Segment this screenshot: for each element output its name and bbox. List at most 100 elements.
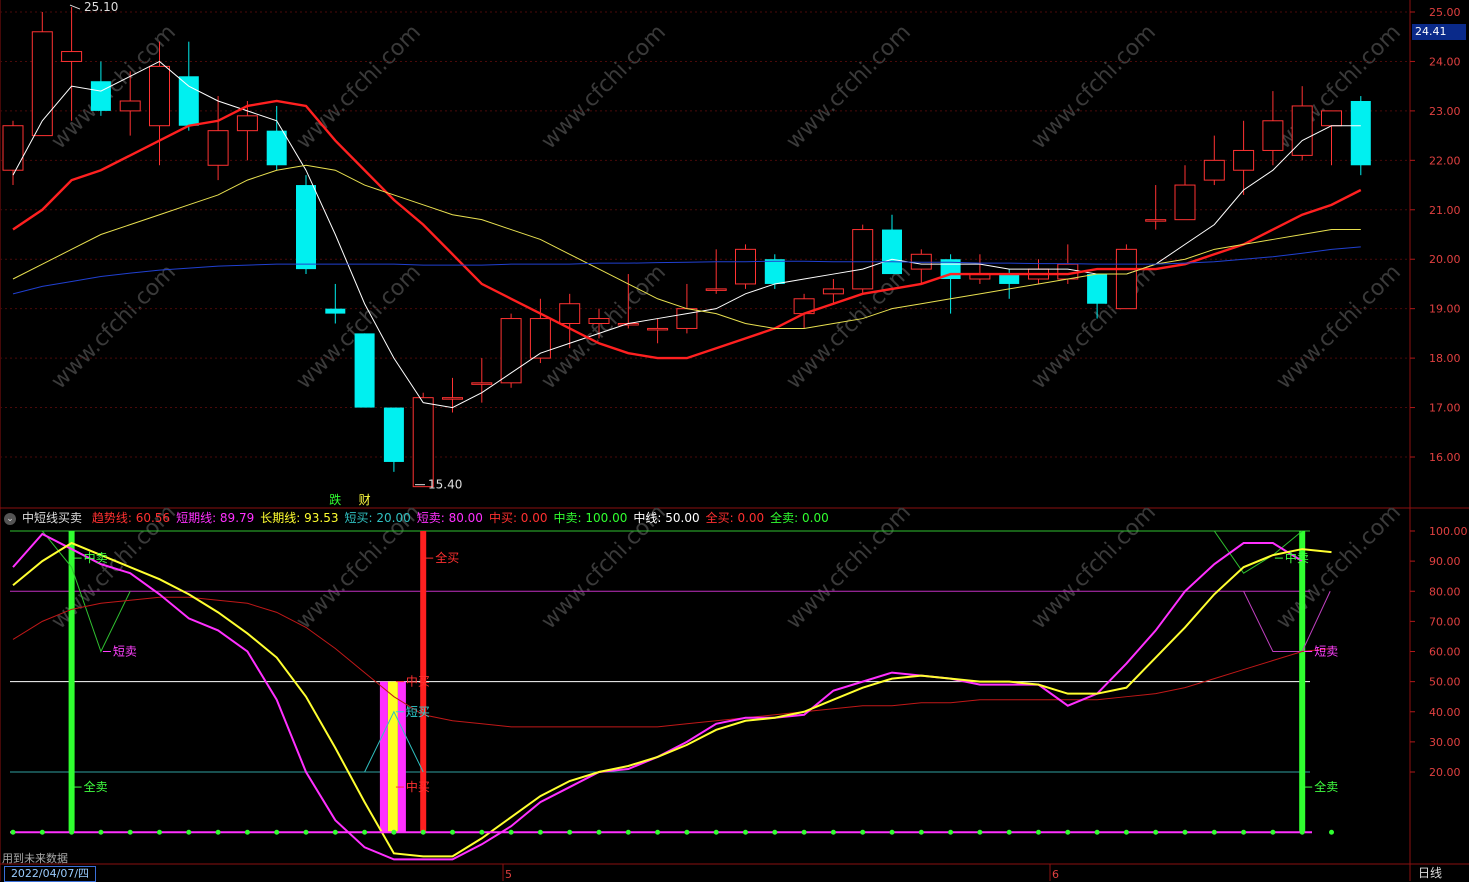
zero-dot bbox=[1006, 829, 1012, 835]
candle bbox=[354, 333, 375, 408]
candle-body-down bbox=[1087, 274, 1108, 304]
y-tick-label: 20.00 bbox=[1429, 253, 1461, 266]
zero-dot bbox=[186, 829, 192, 835]
candle-body-down bbox=[1350, 101, 1371, 166]
zero-dot bbox=[69, 829, 75, 835]
zero-dot bbox=[215, 829, 221, 835]
annotation-label: 短买 bbox=[406, 705, 430, 719]
indicator-title: 中短线买卖 bbox=[22, 511, 83, 525]
y-tick-label: 100.00 bbox=[1429, 525, 1468, 538]
candle bbox=[2, 120, 24, 186]
watermark-text: www.cfchi.com bbox=[537, 260, 671, 394]
candle bbox=[1291, 86, 1313, 161]
zero-dot bbox=[508, 829, 514, 835]
y-tick-label: 20.00 bbox=[1429, 766, 1461, 779]
date-label[interactable]: 2022/04/07/四 bbox=[4, 866, 96, 882]
candle bbox=[1233, 120, 1255, 195]
collapse-icon[interactable]: ⌄ bbox=[4, 512, 16, 525]
y-tick-label: 22.00 bbox=[1429, 154, 1461, 167]
y-tick-label: 23.00 bbox=[1429, 105, 1461, 118]
watermark-text: www.cfchi.com bbox=[292, 20, 426, 154]
candle-body-up bbox=[442, 397, 463, 400]
zero-dot bbox=[479, 829, 485, 835]
y-tick-label: 21.00 bbox=[1429, 204, 1461, 217]
indicator-line bbox=[12, 541, 1332, 858]
zero-dot bbox=[157, 829, 162, 835]
legend-entry: 趋势线: 60.56 bbox=[91, 511, 171, 525]
period-label[interactable]: 日线 bbox=[1418, 864, 1442, 881]
legend-entry: 中线: 50.00 bbox=[633, 511, 700, 525]
zero-dot bbox=[1182, 829, 1188, 835]
legend-entry: 全卖: 0.00 bbox=[770, 511, 829, 525]
candle bbox=[647, 318, 669, 344]
legend-entry: 中买: 0.00 bbox=[488, 511, 548, 525]
candle-body-up bbox=[735, 248, 756, 285]
watermark-text: www.cfchi.com bbox=[782, 260, 916, 394]
ma-line bbox=[12, 60, 1361, 409]
watermark-text: www.cfchi.com bbox=[1027, 20, 1161, 154]
candle bbox=[383, 407, 404, 472]
annotation-label: 短卖 bbox=[1314, 645, 1338, 659]
candle-body-up bbox=[529, 318, 551, 359]
candle bbox=[31, 12, 53, 137]
candle-body-down bbox=[90, 81, 111, 111]
legend-entry: 长期线: 93.53 bbox=[260, 511, 339, 525]
candle bbox=[325, 283, 346, 324]
candle-body-up bbox=[1203, 159, 1225, 181]
candle-body-up bbox=[61, 51, 83, 62]
legend-entry: 短卖: 80.00 bbox=[416, 511, 483, 525]
zero-dot bbox=[391, 829, 397, 835]
candle bbox=[822, 279, 844, 304]
y-tick-label: 16.00 bbox=[1429, 451, 1461, 464]
candle bbox=[266, 105, 287, 171]
indicator-line bbox=[12, 532, 1303, 861]
low-price-label: 15.40 bbox=[428, 478, 462, 492]
watermark-text: www.cfchi.com bbox=[782, 20, 916, 154]
buy-zone-block bbox=[397, 681, 406, 833]
zero-dot bbox=[889, 829, 895, 835]
zero-dot bbox=[1153, 829, 1159, 835]
candle-body-up bbox=[852, 229, 874, 290]
zero-dot bbox=[772, 829, 778, 835]
y-tick-label: 40.00 bbox=[1429, 706, 1461, 719]
high-price-label: 25.10 bbox=[84, 0, 118, 14]
zero-dot bbox=[860, 829, 866, 835]
zero-dot bbox=[39, 829, 45, 835]
zero-dot bbox=[1299, 829, 1305, 835]
candle-body-down bbox=[296, 185, 316, 270]
candle bbox=[207, 96, 229, 181]
x-tick-label: 5 bbox=[505, 868, 512, 881]
zero-dot bbox=[98, 829, 104, 835]
candle-body-up bbox=[2, 125, 24, 171]
candle bbox=[852, 224, 874, 294]
zero-dot bbox=[1094, 829, 1100, 835]
candle-body-up bbox=[236, 115, 258, 132]
candle bbox=[1115, 244, 1137, 310]
legend-entry: 全买: 0.00 bbox=[705, 511, 765, 525]
candle bbox=[735, 244, 756, 289]
watermark-text: www.cfchi.com bbox=[47, 260, 181, 394]
y-tick-label: 25.00 bbox=[1429, 6, 1461, 19]
candle bbox=[1350, 96, 1371, 176]
zero-dot bbox=[713, 829, 719, 835]
zero-dot bbox=[537, 829, 543, 835]
y-tick-label: 19.00 bbox=[1429, 303, 1461, 316]
future-data-note: 用到未来数据 bbox=[2, 852, 68, 865]
signal-label: 财 bbox=[359, 493, 371, 507]
y-tick-label: 18.00 bbox=[1429, 352, 1461, 365]
zero-dot bbox=[274, 829, 280, 835]
candle-body-up bbox=[207, 130, 229, 166]
chart-canvas: www.cfchi.com www.cfchi.com www.cfchi.com w… bbox=[0, 0, 1469, 881]
zero-dot bbox=[918, 829, 924, 835]
annotation-label: 全买 bbox=[435, 550, 459, 565]
zero-dot bbox=[977, 829, 983, 835]
zero-dot bbox=[1241, 829, 1247, 835]
candle-body-up bbox=[559, 303, 581, 325]
zero-dot bbox=[948, 829, 954, 835]
candle-body-up bbox=[1233, 149, 1255, 171]
candle-body-up bbox=[1057, 263, 1079, 280]
annotation-label: 中买 bbox=[406, 779, 430, 794]
candle-body-up bbox=[149, 65, 170, 127]
candle-body-up bbox=[119, 100, 141, 112]
candle bbox=[940, 254, 961, 314]
